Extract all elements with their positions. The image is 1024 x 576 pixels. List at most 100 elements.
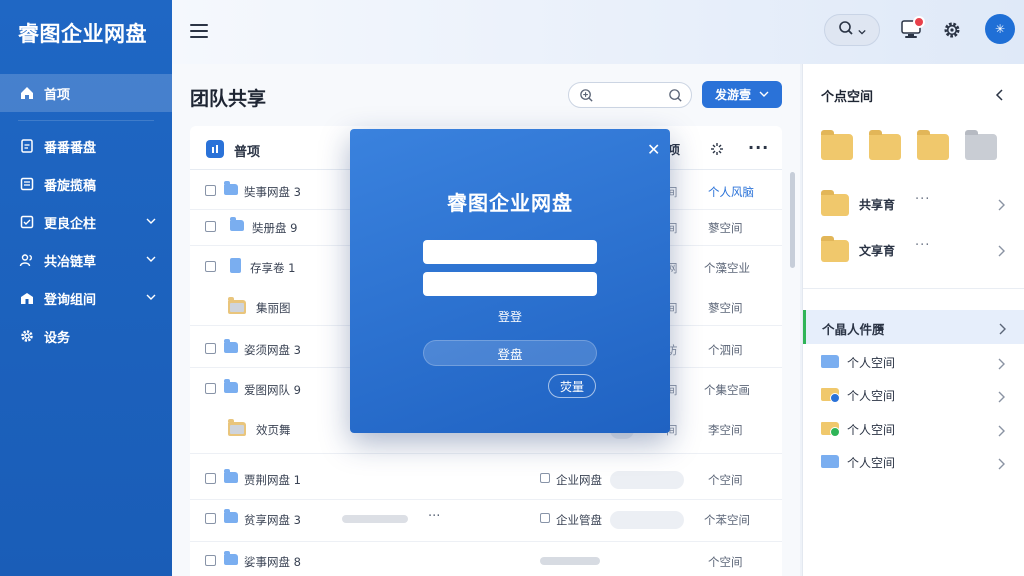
row-name: 贫享网盘 3 <box>244 513 301 527</box>
folder-icon <box>228 297 246 314</box>
chevron-right-icon <box>997 422 1005 441</box>
row-col2-blurred <box>540 557 600 565</box>
sidebar-item-label: 更良企柱 <box>44 216 97 232</box>
sidebar-item-label: 登询组间 <box>44 292 97 308</box>
row-tag <box>610 511 684 529</box>
table-row[interactable]: 贾荆网盘 1 企业网盘 个空间 <box>190 462 782 500</box>
folder-icon[interactable] <box>965 130 997 160</box>
space-item-label: 个人空间 <box>847 356 896 370</box>
sidebar-item-2[interactable]: 番番番盘 <box>0 127 172 165</box>
table-row[interactable]: 娑事网盘 8 个空间 <box>190 544 782 576</box>
more-icon[interactable]: ··· <box>915 238 930 253</box>
right-panel-title: 个点空间 <box>821 90 874 105</box>
space-item[interactable]: 个人空间 <box>821 417 1011 441</box>
row-name: 奘事网盘 3 <box>244 185 301 199</box>
quick-folders <box>821 130 997 160</box>
more-icon[interactable]: ··· <box>915 192 930 207</box>
sidebar-item-3[interactable]: 番旋揽稿 <box>0 165 172 203</box>
close-icon[interactable]: ✕ <box>647 140 660 159</box>
password-field[interactable] <box>423 272 597 296</box>
folder-icon[interactable] <box>821 130 853 160</box>
sidebar-item-label: 番旋揽稿 <box>44 178 97 194</box>
scrollbar[interactable] <box>790 172 795 268</box>
folder-icon[interactable] <box>869 130 901 160</box>
right-panel: 个点空间 共享育 ··· 文享育 ··· 个晶人件赝 个人空间 个人空间 个人空… <box>802 64 1024 576</box>
row-location: 个藻空业 <box>704 261 750 275</box>
row-location: 个空间 <box>708 473 743 487</box>
space-item-label: 个人空间 <box>847 423 896 437</box>
gear-icon[interactable] <box>942 20 962 44</box>
header-search-button[interactable] <box>824 14 880 46</box>
space-item[interactable]: 个人空间 <box>821 383 1011 407</box>
folder-icon <box>821 455 839 468</box>
hamburger-icon[interactable] <box>190 24 208 40</box>
space-item[interactable]: 个人空间 <box>821 350 1011 374</box>
sidebar-item-4[interactable]: 更良企柱 <box>0 203 172 241</box>
app-logo-title: 睿图企业网盘 <box>18 22 147 46</box>
folder-icon <box>821 236 849 262</box>
zoom-icon <box>579 88 594 107</box>
right-panel-item[interactable]: 共享育 ··· <box>821 190 1011 220</box>
sidebar-item-6[interactable]: 登询组间 <box>0 279 172 317</box>
login-button[interactable]: 登盘 <box>423 340 597 366</box>
sparkle-icon[interactable] <box>710 141 724 160</box>
chevron-right-icon <box>998 320 1006 339</box>
chevron-right-icon <box>997 455 1005 474</box>
row-location: 个苯空间 <box>704 513 750 527</box>
sidebar-item-label: 共冶链草 <box>44 254 97 270</box>
chevron-right-icon[interactable] <box>997 242 1005 261</box>
folder-icon <box>224 379 238 393</box>
row-checkbox[interactable] <box>205 185 216 196</box>
right-panel-item[interactable]: 文享育 ··· <box>821 236 1011 266</box>
sidebar-item-home[interactable]: 首项 <box>0 74 172 112</box>
row-name: 娑事网盘 8 <box>244 555 301 569</box>
row-checkbox[interactable] <box>205 513 216 524</box>
space-item-label: 个人空间 <box>847 389 896 403</box>
row-location: 个空间 <box>708 555 743 569</box>
row-col2-checkbox[interactable] <box>540 513 550 523</box>
chevron-down-icon[interactable] <box>146 253 156 268</box>
chevron-down-icon[interactable] <box>146 215 156 230</box>
folder-icon <box>230 217 244 231</box>
row-location: 个泗间 <box>708 343 743 357</box>
row-checkbox[interactable] <box>205 261 216 272</box>
row-location[interactable]: 个人风脑 <box>708 184 754 200</box>
sidebar-item-settings[interactable]: 设务 <box>0 317 172 355</box>
row-checkbox[interactable] <box>205 383 216 394</box>
folder-icon[interactable] <box>917 130 949 160</box>
more-icon[interactable]: ··· <box>748 138 769 157</box>
username-field[interactable] <box>423 240 597 264</box>
status-badge <box>830 427 840 437</box>
folder-icon <box>228 419 246 436</box>
space-item[interactable]: 个人空间 <box>821 450 1011 474</box>
row-col2-checkbox[interactable] <box>540 473 550 483</box>
row-checkbox[interactable] <box>205 473 216 484</box>
file-icon <box>230 258 241 273</box>
row-name: 存享卷 1 <box>250 261 296 275</box>
chevron-down-icon[interactable] <box>146 291 156 306</box>
row-checkbox[interactable] <box>205 343 216 354</box>
table-header-label: 普项 <box>234 145 261 160</box>
gear-icon <box>18 327 36 345</box>
modal-link[interactable]: 登登 <box>350 308 670 325</box>
avatar[interactable]: ✳ <box>985 14 1015 44</box>
row-checkbox[interactable] <box>205 555 216 566</box>
folder-icon <box>224 551 238 565</box>
search-input[interactable] <box>568 82 692 108</box>
chevron-right-icon[interactable] <box>997 196 1005 215</box>
secondary-button[interactable]: 荧量 <box>548 374 596 398</box>
chevron-left-icon[interactable] <box>995 86 1005 105</box>
top-header: ✳ <box>172 0 1024 64</box>
row-col2-text: 企业管盘 <box>556 513 602 527</box>
search-icon[interactable] <box>668 88 683 107</box>
row-checkbox[interactable] <box>205 221 216 232</box>
table-row[interactable]: 贫享网盘 3 ··· 企业管盘 个苯空间 <box>190 502 782 542</box>
sidebar: 睿图企业网盘 首项 番番番盘 番旋揽稿 更良企柱 共冶链草 登询组间 设务 <box>0 0 172 576</box>
more-icon[interactable]: ··· <box>428 509 440 524</box>
right-panel-selected-item[interactable]: 个晶人件赝 <box>803 310 1024 344</box>
row-name: 效页舞 <box>256 423 291 437</box>
right-panel-item-label: 共享育 <box>859 198 896 212</box>
row-name: 爱图网队 9 <box>244 383 301 397</box>
sidebar-item-5[interactable]: 共冶链草 <box>0 241 172 279</box>
primary-action-button[interactable]: 发游壹 <box>702 81 782 108</box>
